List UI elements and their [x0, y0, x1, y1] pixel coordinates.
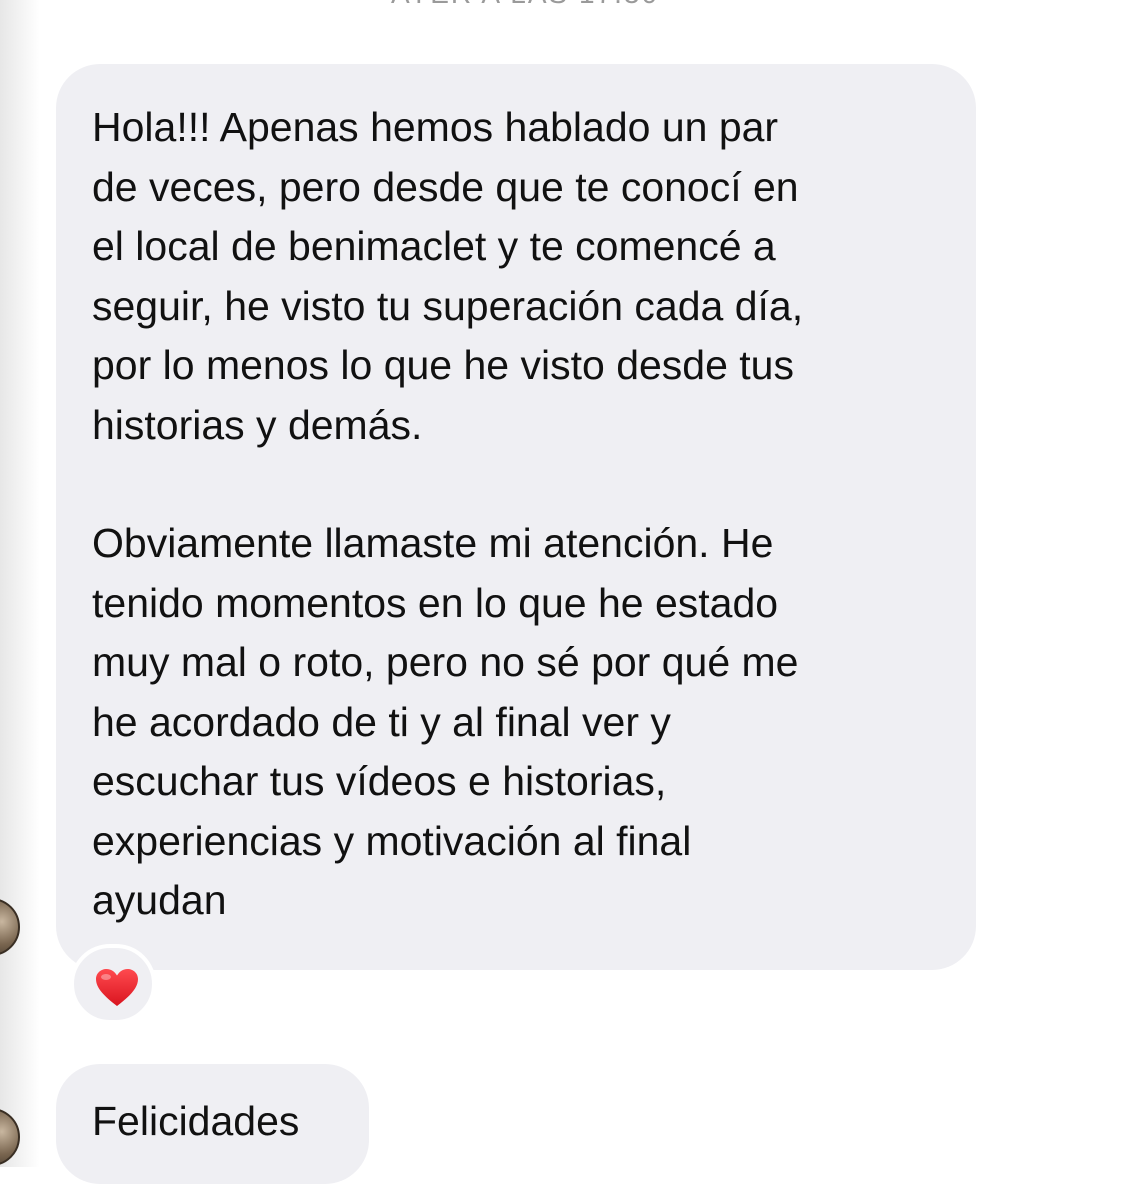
heart-icon — [96, 969, 138, 1006]
message-paragraph: Hola!!! Apenas hemos hablado un par de v… — [92, 104, 804, 448]
message-bubble[interactable]: Felicidades — [56, 1064, 369, 1184]
message-reaction[interactable] — [70, 944, 156, 1024]
message-paragraph: Obviamente llamaste mi atención. He teni… — [92, 520, 799, 923]
message-text: Felicidades — [92, 1098, 300, 1144]
message-timestamp: Ayer a las 17:30 — [0, 0, 1050, 10]
message-bubble[interactable]: Hola!!! Apenas hemos hablado un par de v… — [56, 64, 976, 970]
left-edge-shadow — [0, 0, 40, 1167]
